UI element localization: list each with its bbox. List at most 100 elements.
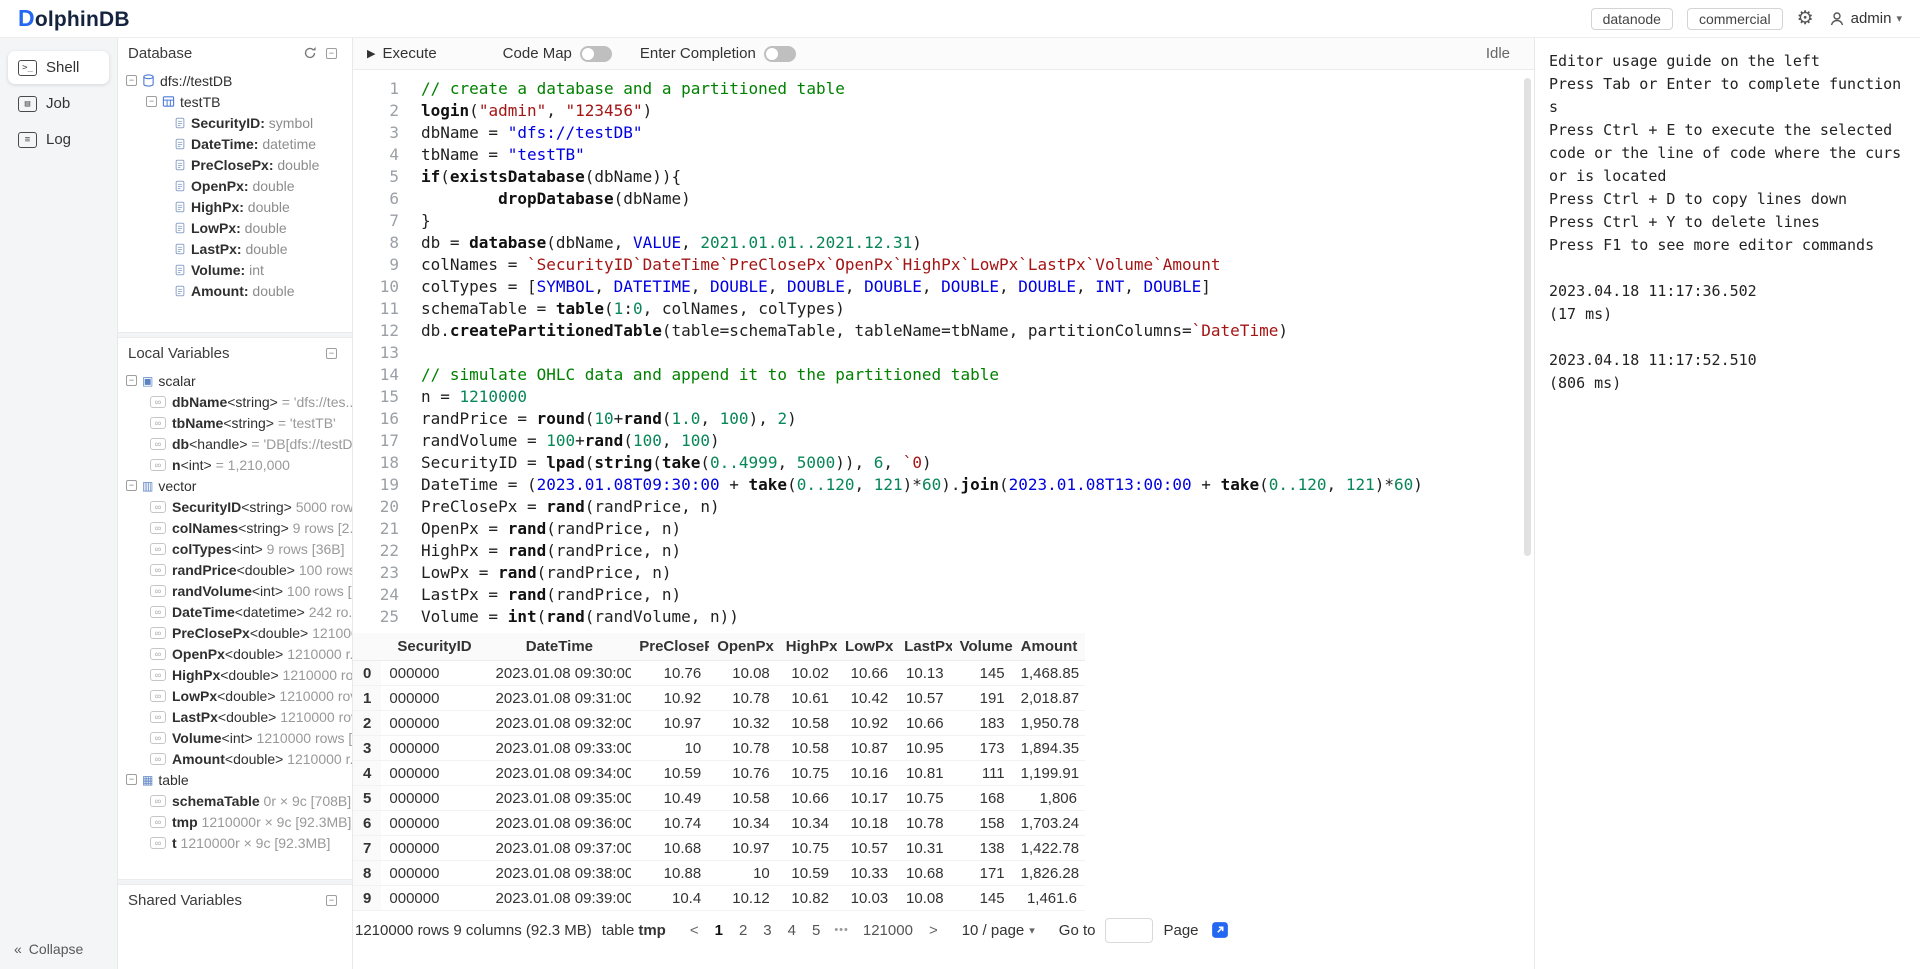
pagination-page-2[interactable]: 2 bbox=[733, 922, 753, 939]
variable-item[interactable]: ∞Amount<double> 1210000 r... bbox=[118, 748, 352, 769]
code-line[interactable]: 2login("admin", "123456") bbox=[353, 100, 1534, 122]
tree-node-table[interactable]: −testTB bbox=[118, 91, 352, 112]
pagination-page-4[interactable]: 4 bbox=[782, 922, 802, 939]
code-line[interactable]: 3dbName = "dfs://testDB" bbox=[353, 122, 1534, 144]
variable-item[interactable]: ∞randPrice<double> 100 rows bbox=[118, 559, 352, 580]
variable-item[interactable]: ∞n<int> = 1,210,000 bbox=[118, 454, 352, 475]
code-line[interactable]: 14// simulate OHLC data and append it to… bbox=[353, 364, 1534, 386]
code-line[interactable]: 11schemaTable = table(1:0, colNames, col… bbox=[353, 298, 1534, 320]
code-line[interactable]: 15n = 1210000 bbox=[353, 386, 1534, 408]
pagination-prev[interactable]: < bbox=[684, 922, 705, 939]
code-editor[interactable]: 1// create a database and a partitioned … bbox=[353, 70, 1534, 633]
enter-completion-toggle[interactable] bbox=[764, 46, 796, 62]
variable-item[interactable]: ∞PreClosePx<double> 121000... bbox=[118, 622, 352, 643]
tree-expander-icon[interactable]: − bbox=[126, 75, 137, 86]
pagination-page-1[interactable]: 1 bbox=[709, 922, 729, 939]
variable-item[interactable]: ∞HighPx<double> 1210000 ro... bbox=[118, 664, 352, 685]
gear-icon[interactable]: ⚙ bbox=[1797, 9, 1814, 28]
variable-group-table[interactable]: −▦table bbox=[118, 769, 352, 790]
execute-button[interactable]: ▶ Execute bbox=[367, 45, 437, 62]
commercial-button[interactable]: commercial bbox=[1687, 8, 1783, 30]
code-line[interactable]: 25Volume = int(rand(randVolume, n)) bbox=[353, 606, 1534, 628]
column-header[interactable]: PreClosePx bbox=[631, 638, 709, 655]
code-line[interactable]: 19DateTime = (2023.01.08T09:30:00 + take… bbox=[353, 474, 1534, 496]
table-row[interactable]: 00000002023.01.08 09:30:0010.7610.0810.0… bbox=[353, 661, 1085, 686]
code-line[interactable]: 23LowPx = rand(randPrice, n) bbox=[353, 562, 1534, 584]
code-map-toggle[interactable] bbox=[580, 46, 612, 62]
code-line[interactable]: 18SecurityID = lpad(string(take(0..4999,… bbox=[353, 452, 1534, 474]
tree-expander-icon[interactable]: − bbox=[126, 480, 137, 491]
variable-item[interactable]: ∞LastPx<double> 1210000 rov... bbox=[118, 706, 352, 727]
table-row[interactable]: 60000002023.01.08 09:36:0010.7410.3410.3… bbox=[353, 811, 1085, 836]
variable-item[interactable]: ∞Volume<int> 1210000 rows [... bbox=[118, 727, 352, 748]
table-row[interactable]: 20000002023.01.08 09:32:0010.9710.3210.5… bbox=[353, 711, 1085, 736]
variable-group-vector[interactable]: −▥vector bbox=[118, 475, 352, 496]
table-row[interactable]: 40000002023.01.08 09:34:0010.5910.7610.7… bbox=[353, 761, 1085, 786]
pagination-page-5[interactable]: 5 bbox=[806, 922, 826, 939]
page-size-select[interactable]: 10 / page ▾ bbox=[962, 922, 1035, 939]
code-line[interactable]: 16randPrice = round(10+rand(1.0, 100), 2… bbox=[353, 408, 1534, 430]
code-line[interactable]: 22HighPx = rand(randPrice, n) bbox=[353, 540, 1534, 562]
variable-item[interactable]: ∞DateTime<datetime> 242 ro... bbox=[118, 601, 352, 622]
table-row[interactable]: 10000002023.01.08 09:31:0010.9210.7810.6… bbox=[353, 686, 1085, 711]
collapse-panel-icon[interactable]: − bbox=[326, 348, 342, 359]
code-line[interactable]: 7} bbox=[353, 210, 1534, 232]
pagination-page-121000[interactable]: 121000 bbox=[857, 922, 919, 939]
pagination-ellipsis[interactable]: ••• bbox=[830, 924, 853, 936]
variable-item[interactable]: ∞t 1210000r × 9c [92.3MB] bbox=[118, 832, 352, 853]
tree-node-column[interactable]: LastPx: double bbox=[118, 238, 352, 259]
code-line[interactable]: 20PreClosePx = rand(randPrice, n) bbox=[353, 496, 1534, 518]
table-row[interactable]: 70000002023.01.08 09:37:0010.6810.9710.7… bbox=[353, 836, 1085, 861]
editor-scrollbar[interactable] bbox=[1524, 78, 1531, 556]
code-line[interactable]: 24LastPx = rand(randPrice, n) bbox=[353, 584, 1534, 606]
tree-node-column[interactable]: OpenPx: double bbox=[118, 175, 352, 196]
variable-group-scalar[interactable]: −▣scalar bbox=[118, 370, 352, 391]
collapse-panel-icon[interactable]: − bbox=[326, 895, 342, 906]
collapse-button[interactable]: « Collapse bbox=[14, 941, 83, 957]
column-header[interactable]: SecurityID bbox=[381, 638, 487, 655]
code-line[interactable]: 8db = database(dbName, VALUE, 2021.01.01… bbox=[353, 232, 1534, 254]
table-row[interactable]: 50000002023.01.08 09:35:0010.4910.5810.6… bbox=[353, 786, 1085, 811]
variable-item[interactable]: ∞OpenPx<double> 1210000 r... bbox=[118, 643, 352, 664]
pagination-next[interactable]: > bbox=[923, 922, 944, 939]
column-header[interactable]: LowPx bbox=[837, 638, 896, 655]
tree-node-column[interactable]: LowPx: double bbox=[118, 217, 352, 238]
table-row[interactable]: 90000002023.01.08 09:39:0010.410.1210.82… bbox=[353, 886, 1085, 911]
code-line[interactable]: 13 bbox=[353, 342, 1534, 364]
tree-node-column[interactable]: Amount: double bbox=[118, 280, 352, 301]
tree-node-database[interactable]: −dfs://testDB bbox=[118, 70, 352, 91]
code-line[interactable]: 6 dropDatabase(dbName) bbox=[353, 188, 1534, 210]
column-header[interactable]: Amount bbox=[1013, 638, 1085, 655]
tree-expander-icon[interactable]: − bbox=[146, 96, 157, 107]
tree-node-column[interactable]: PreClosePx: double bbox=[118, 154, 352, 175]
variable-item[interactable]: ∞tmp 1210000r × 9c [92.3MB] bbox=[118, 811, 352, 832]
variable-item[interactable]: ∞colNames<string> 9 rows [2... bbox=[118, 517, 352, 538]
column-header[interactable]: LastPx bbox=[896, 638, 951, 655]
code-line[interactable]: 9colNames = `SecurityID`DateTime`PreClos… bbox=[353, 254, 1534, 276]
datanode-button[interactable]: datanode bbox=[1591, 8, 1673, 30]
column-header[interactable]: HighPx bbox=[778, 638, 837, 655]
code-line[interactable]: 5if(existsDatabase(dbName)){ bbox=[353, 166, 1534, 188]
variable-item[interactable]: ∞randVolume<int> 100 rows [... bbox=[118, 580, 352, 601]
tree-expander-icon[interactable]: − bbox=[126, 774, 137, 785]
variable-item[interactable]: ∞SecurityID<string> 5000 row... bbox=[118, 496, 352, 517]
code-line[interactable]: 21OpenPx = rand(randPrice, n) bbox=[353, 518, 1534, 540]
pagination-page-3[interactable]: 3 bbox=[757, 922, 777, 939]
open-in-new-icon[interactable] bbox=[1211, 921, 1229, 939]
goto-page-input[interactable] bbox=[1105, 918, 1153, 943]
code-line[interactable]: 12db.createPartitionedTable(table=schema… bbox=[353, 320, 1534, 342]
tree-node-column[interactable]: Volume: int bbox=[118, 259, 352, 280]
nav-item-log[interactable]: ≡Log bbox=[8, 123, 109, 156]
code-line[interactable]: 17randVolume = 100+rand(100, 100) bbox=[353, 430, 1534, 452]
column-header[interactable]: Volume bbox=[952, 638, 1013, 655]
table-row[interactable]: 30000002023.01.08 09:33:001010.7810.5810… bbox=[353, 736, 1085, 761]
tree-node-column[interactable]: HighPx: double bbox=[118, 196, 352, 217]
refresh-icon[interactable] bbox=[303, 46, 317, 60]
nav-item-shell[interactable]: >_Shell bbox=[8, 51, 109, 84]
collapse-panel-icon[interactable]: − bbox=[326, 48, 342, 59]
table-row[interactable]: 80000002023.01.08 09:38:0010.881010.5910… bbox=[353, 861, 1085, 886]
nav-item-job[interactable]: ▤Job bbox=[8, 87, 109, 120]
code-line[interactable]: 4tbName = "testTB" bbox=[353, 144, 1534, 166]
code-line[interactable]: 10colTypes = [SYMBOL, DATETIME, DOUBLE, … bbox=[353, 276, 1534, 298]
variable-item[interactable]: ∞tbName<string> = 'testTB' bbox=[118, 412, 352, 433]
